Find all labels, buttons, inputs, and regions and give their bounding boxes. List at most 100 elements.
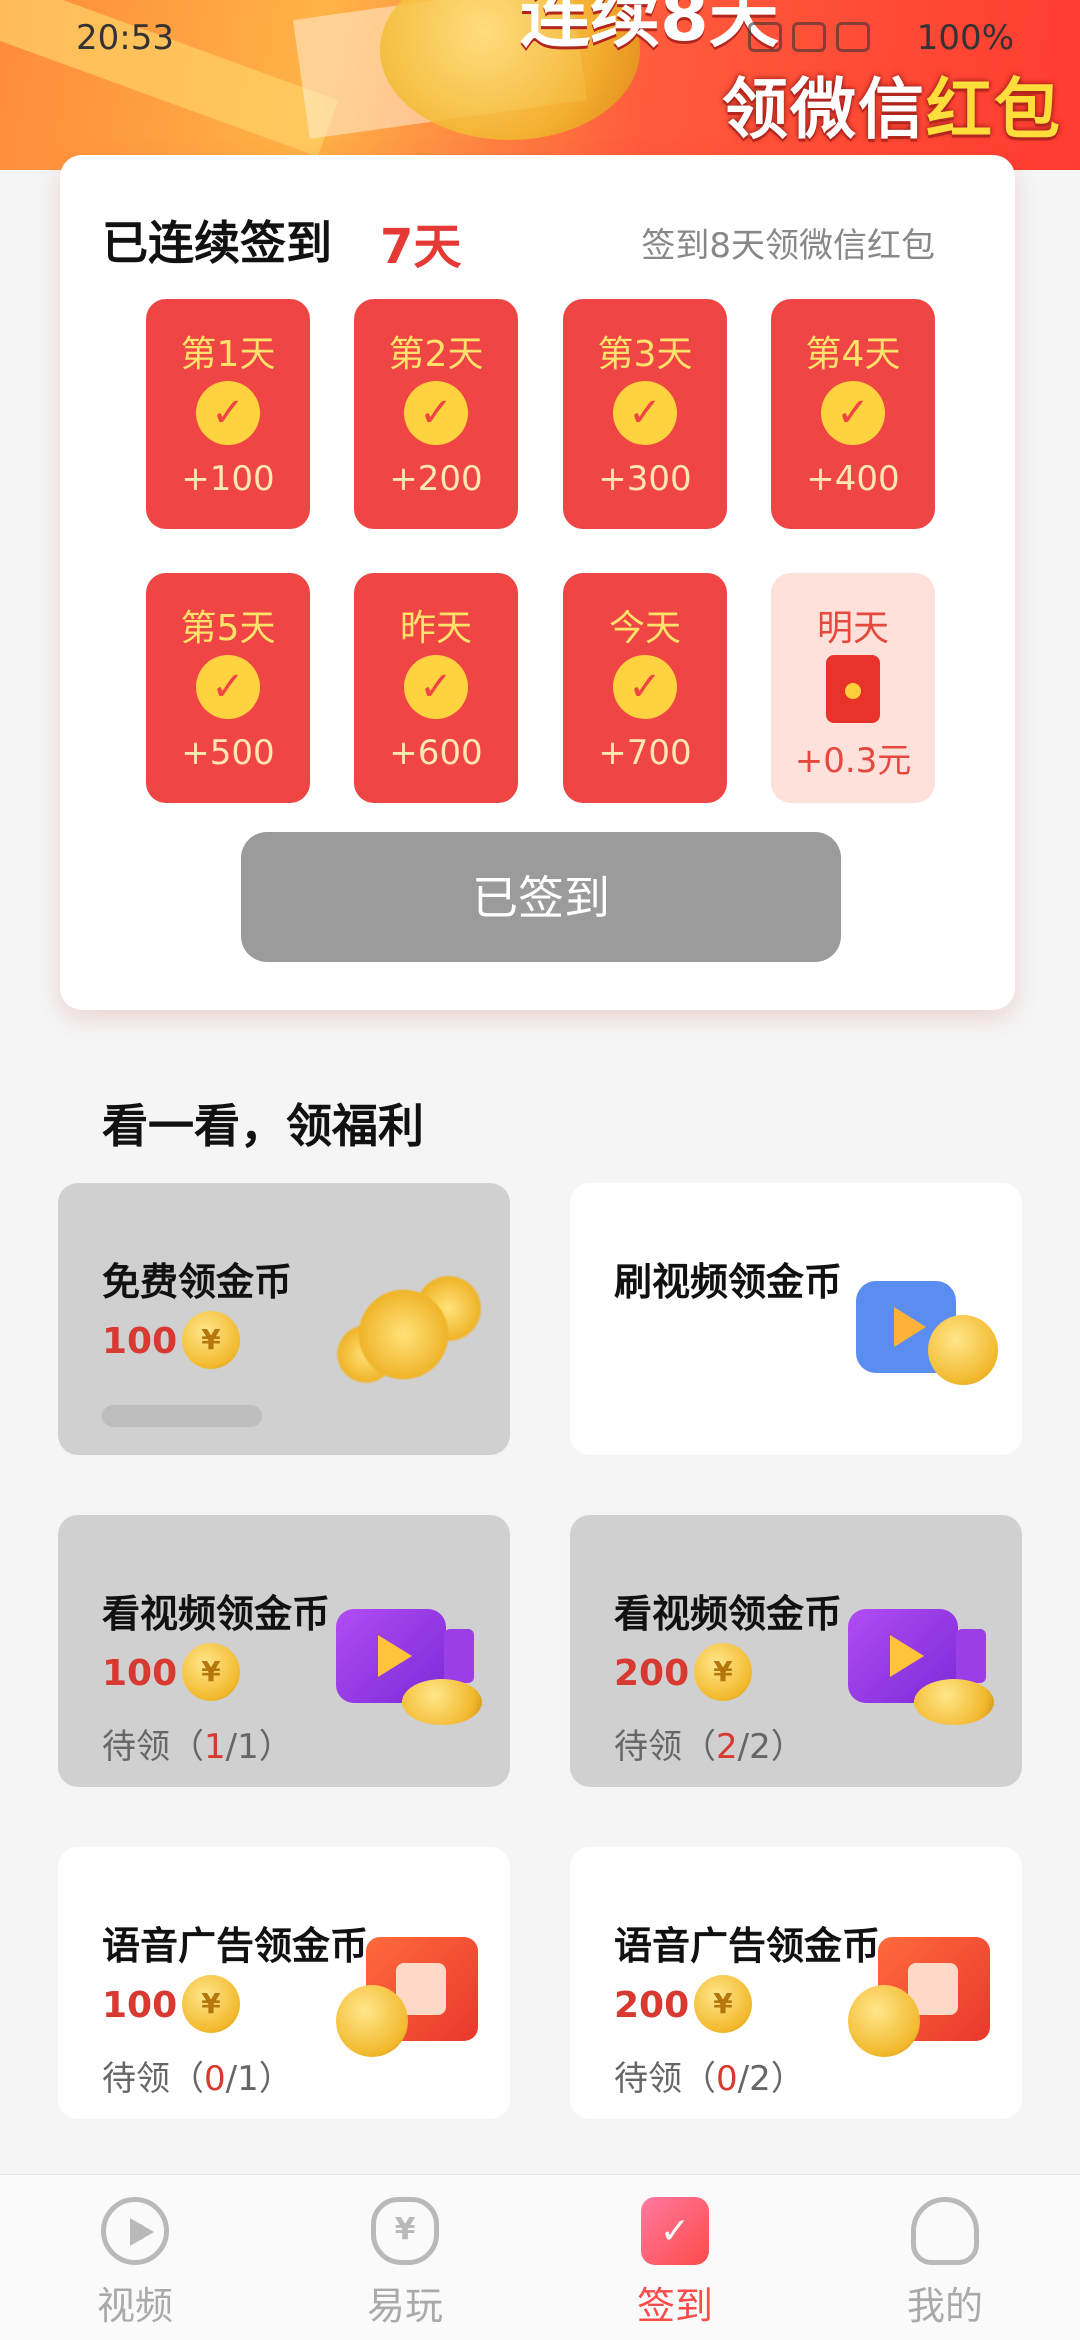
day-label: 第4天 xyxy=(805,334,901,375)
calendar-check-icon xyxy=(641,2197,709,2265)
task-voice-ad-2[interactable]: 语音广告领金币 200 ¥ 待领（0/2） xyxy=(570,1847,1022,2119)
nav-item-profile[interactable]: 我的 xyxy=(810,2175,1080,2340)
check-icon: ✓ xyxy=(613,655,677,719)
money-bag-icon: ¥ xyxy=(371,2197,439,2265)
day-reward: +0.3元 xyxy=(794,741,912,781)
day-card-3: 第3天 ✓ +300 xyxy=(563,299,727,529)
play-icon xyxy=(101,2197,169,2265)
camera-lens xyxy=(444,1629,474,1683)
status-count: 1 xyxy=(204,1727,226,1767)
task-watch-video-2[interactable]: 看视频领金币 200 ¥ 待领（2/2） xyxy=(570,1515,1022,1787)
coin-graphic xyxy=(928,1315,998,1385)
day-label: 昨天 xyxy=(399,608,472,649)
day-label: 今天 xyxy=(608,608,681,649)
day-card-tomorrow: 明天 +0.3元 xyxy=(771,573,935,803)
task-name: 免费领金币 xyxy=(102,1260,293,1304)
task-progress-bar xyxy=(102,1405,262,1427)
day-points: +100 xyxy=(181,459,275,499)
status-prefix: 待领（ xyxy=(102,2059,204,2099)
task-name: 语音广告领金币 xyxy=(102,1924,369,1968)
task-watch-video-1[interactable]: 看视频领金币 100 ¥ 待领（1/1） xyxy=(58,1515,510,1787)
video-camera-icon xyxy=(848,1595,998,1725)
banner-title-main: 领微信 xyxy=(722,71,926,148)
task-points: 200 xyxy=(614,1653,690,1694)
status-total: /1） xyxy=(225,1727,293,1767)
radio-ad-icon xyxy=(848,1927,998,2057)
day-points: +700 xyxy=(598,733,692,773)
wifi-icon xyxy=(792,22,826,52)
status-prefix: 待领（ xyxy=(102,1727,204,1767)
coin-icon: ¥ xyxy=(182,1975,240,2033)
task-voice-ad-1[interactable]: 语音广告领金币 100 ¥ 待领（0/1） xyxy=(58,1847,510,2119)
video-camera-icon xyxy=(336,1595,486,1725)
task-points: 100 xyxy=(102,1985,178,2026)
signed-in-button[interactable]: 已签到 xyxy=(241,832,841,962)
section-title: 看一看，领福利 xyxy=(102,1099,424,1153)
task-status: 待领（0/1） xyxy=(102,2051,293,2100)
nav-item-play[interactable]: ¥ 易玩 xyxy=(270,2175,540,2340)
status-total: /1） xyxy=(225,2059,293,2099)
check-icon: ✓ xyxy=(613,381,677,445)
coin-graphic xyxy=(848,1985,920,2057)
day-card-2: 第2天 ✓ +200 xyxy=(354,299,518,529)
checkin-streak: 7天 xyxy=(380,219,462,275)
task-status: 待领（1/1） xyxy=(102,1719,293,1768)
radio-ad-icon xyxy=(336,1927,486,2057)
day-points: +200 xyxy=(389,459,483,499)
task-free-coins[interactable]: 免费领金币 100 ¥ xyxy=(58,1183,510,1455)
day-card-yesterday: 昨天 ✓ +600 xyxy=(354,573,518,803)
status-prefix: 待领（ xyxy=(614,1727,716,1767)
nav-label: 签到 xyxy=(636,2284,713,2328)
coin-icon: ¥ xyxy=(694,1643,752,1701)
checkin-card: 已连续签到 7天 签到8天领微信红包 第1天 ✓ +100 第2天 ✓ +200… xyxy=(60,155,1015,1010)
checkin-title: 已连续签到 xyxy=(102,216,332,270)
status-icons xyxy=(748,22,870,52)
status-total: /2） xyxy=(737,1727,805,1767)
day-card-5: 第5天 ✓ +500 xyxy=(146,573,310,803)
day-card-1: 第1天 ✓ +100 xyxy=(146,299,310,529)
checkin-tip: 签到8天领微信红包 xyxy=(641,226,935,266)
banner-title-line2: 领微信红包 xyxy=(722,56,1062,152)
check-icon: ✓ xyxy=(821,381,885,445)
task-points: 100 xyxy=(102,1653,178,1694)
nav-item-video[interactable]: 视频 xyxy=(0,2175,270,2340)
day-points: +400 xyxy=(806,459,900,499)
check-icon: ✓ xyxy=(196,381,260,445)
status-count: 0 xyxy=(204,2059,226,2099)
status-total: /2） xyxy=(737,2059,805,2099)
task-points: 200 xyxy=(614,1985,690,2026)
signal-icon xyxy=(836,22,870,52)
task-name: 看视频领金币 xyxy=(102,1592,331,1636)
banner-title-highlight: 红包 xyxy=(926,71,1062,148)
nav-label: 我的 xyxy=(906,2284,983,2328)
coin-stack-icon xyxy=(336,1263,486,1393)
check-icon: ✓ xyxy=(404,381,468,445)
task-name: 刷视频领金币 xyxy=(614,1260,843,1304)
status-count: 0 xyxy=(716,2059,738,2099)
user-icon xyxy=(911,2197,979,2265)
battery-level: 100% xyxy=(916,18,1014,58)
status-count: 2 xyxy=(716,1727,738,1767)
coin-icon: ¥ xyxy=(182,1643,240,1701)
coin-graphic xyxy=(336,1985,408,2057)
coin-icon: ¥ xyxy=(182,1311,240,1369)
coin-icon: ¥ xyxy=(694,1975,752,2033)
status-bar: 20:53 100% xyxy=(0,14,1080,64)
day-label: 明天 xyxy=(816,608,889,649)
day-card-4: 第4天 ✓ +400 xyxy=(771,299,935,529)
status-prefix: 待领（ xyxy=(614,2059,716,2099)
task-points: 100 xyxy=(102,1321,178,1362)
day-points: +500 xyxy=(181,733,275,773)
nav-item-checkin[interactable]: 签到 xyxy=(540,2175,810,2340)
task-scroll-video[interactable]: 刷视频领金币 xyxy=(570,1183,1022,1455)
tv-coin-icon xyxy=(848,1263,998,1393)
day-label: 第3天 xyxy=(597,334,693,375)
day-card-today: 今天 ✓ +700 xyxy=(563,573,727,803)
check-icon: ✓ xyxy=(404,655,468,719)
day-points: +600 xyxy=(389,733,483,773)
day-label: 第2天 xyxy=(388,334,484,375)
task-status: 待领（2/2） xyxy=(614,1719,805,1768)
red-envelope-icon xyxy=(826,655,880,723)
task-name: 看视频领金币 xyxy=(614,1592,843,1636)
nav-label: 易玩 xyxy=(366,2284,443,2328)
